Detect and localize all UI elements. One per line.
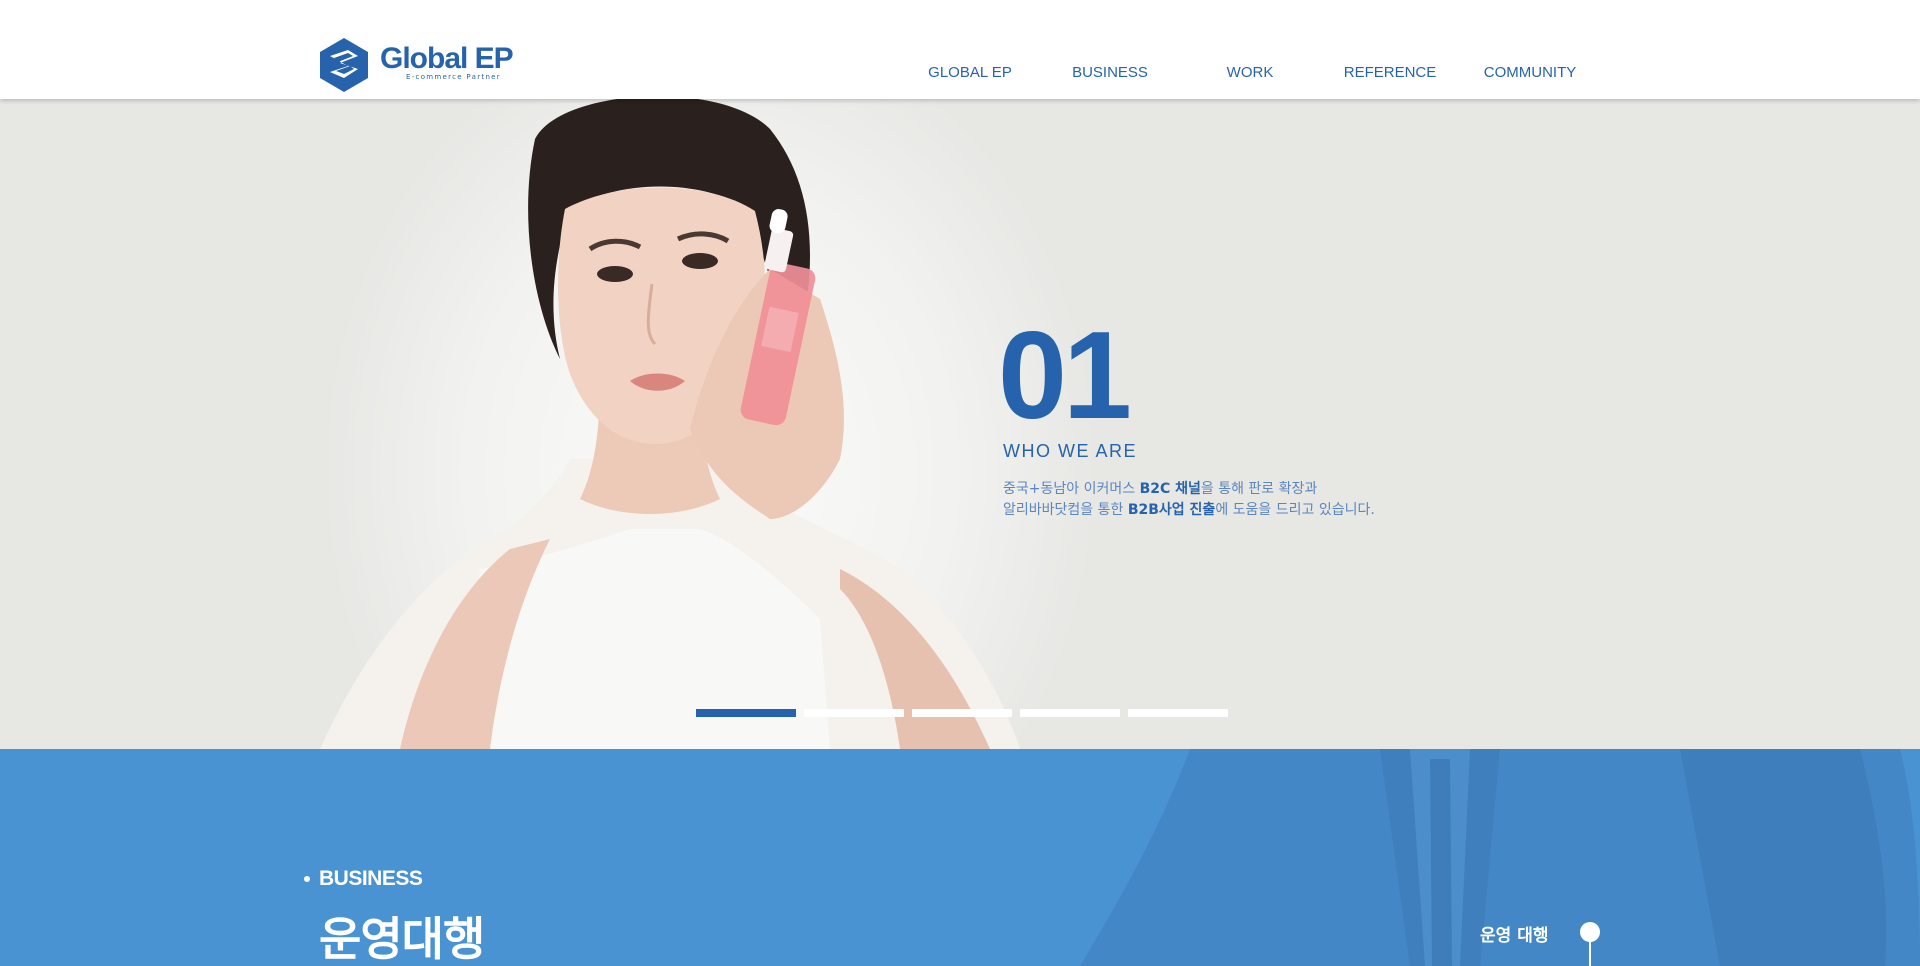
desc-2-bold: B2B사업 진출 [1127, 502, 1216, 518]
pager-bar-2[interactable] [804, 709, 904, 717]
logo-tagline: E-commerce Partner [406, 73, 501, 81]
slide-description: 중국+동남아 이커머스 B2C 채널을 통해 판로 확장과 알리바바닷컴을 통한… [1003, 479, 1375, 521]
desc-2-text-end: 에 도움을 드리고 있습니다. [1215, 502, 1375, 518]
section-bullet [304, 876, 310, 882]
nav-reference[interactable]: REFERENCE [1344, 64, 1437, 81]
pager-bar-5[interactable] [1128, 709, 1228, 717]
slide-subtitle: WHO WE ARE [1003, 441, 1138, 461]
model-with-serum-image [320, 99, 1020, 749]
slide-description-line-2: 알리바바닷컴을 통한 B2B사업 진출에 도움을 드리고 있습니다. [1003, 500, 1375, 521]
hero-slider: 01 WHO WE ARE 중국+동남아 이커머스 B2C 채널을 통해 판로 … [0, 99, 1920, 749]
site-header: Global EP E-commerce Partner GLOBAL EP B… [0, 0, 1920, 99]
nav-work[interactable]: WORK [1227, 64, 1274, 81]
pager-bar-3[interactable] [912, 709, 1012, 717]
nav-global-ep[interactable]: GLOBAL EP [928, 64, 1012, 81]
logo-mark-icon [320, 38, 368, 92]
nav-community[interactable]: COMMUNITY [1484, 64, 1577, 81]
business-section: BUSINESS 운영대행 운영 대행 [0, 749, 1920, 966]
section-label: BUSINESS [319, 867, 423, 890]
pager-bar-4[interactable] [1020, 709, 1120, 717]
desc-1-text: 중국+동남아 이커머스 [1003, 481, 1140, 497]
nav-business[interactable]: BUSINESS [1072, 64, 1148, 81]
business-nav-dot[interactable] [1580, 922, 1600, 942]
section-title: 운영대행 [319, 912, 485, 966]
logo-name: Global EP [380, 42, 514, 75]
business-nav-line [1589, 942, 1591, 966]
global-ep-logo[interactable]: Global EP E-commerce Partner [318, 36, 523, 92]
business-nav-label[interactable]: 운영 대행 [1480, 921, 1548, 946]
desc-1-text-end: 을 통해 판로 확장과 [1200, 481, 1318, 497]
slide-number: 01 [998, 307, 1132, 445]
slide-description-line-1: 중국+동남아 이커머스 B2C 채널을 통해 판로 확장과 [1003, 479, 1375, 500]
desc-2-text: 알리바바닷컴을 통한 [1003, 502, 1128, 518]
desc-1-bold: B2C 채널 [1139, 481, 1201, 497]
pager-bar-1[interactable] [696, 709, 796, 717]
